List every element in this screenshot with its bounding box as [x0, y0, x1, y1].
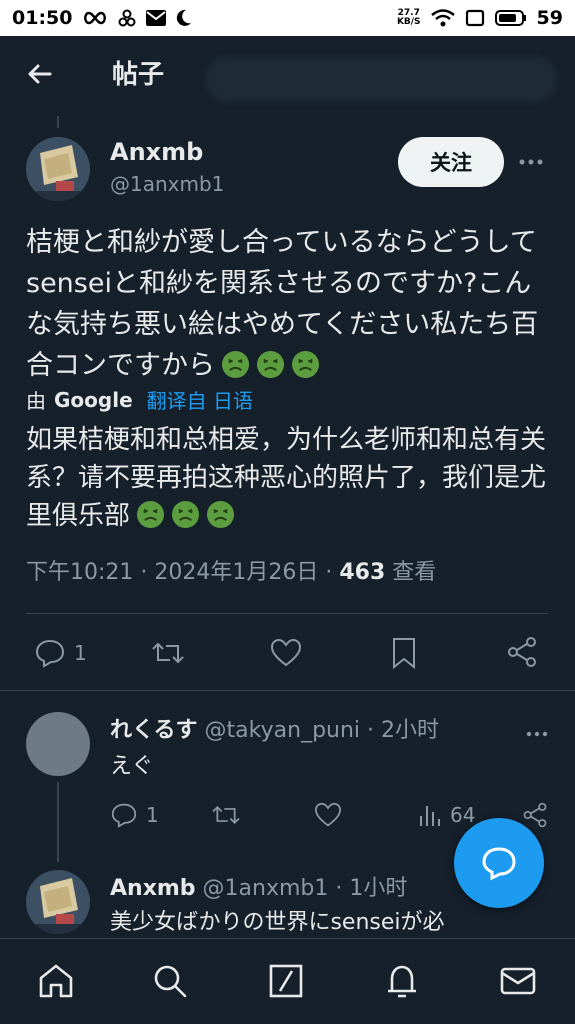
mail-icon: [146, 10, 167, 26]
screen-icon: [465, 9, 484, 27]
translate-from-link[interactable]: 翻译自 日语: [147, 385, 253, 414]
tweet-timestamp[interactable]: 下午10:21 · 2024年1月26日 ·: [26, 560, 339, 585]
compose-icon: [269, 964, 303, 998]
more-icon[interactable]: [526, 724, 548, 744]
avatar-image: [26, 870, 90, 934]
bookmark-icon: [393, 638, 415, 670]
retweet-button[interactable]: [150, 638, 186, 668]
reply-share-button[interactable]: [522, 802, 548, 828]
reply-author-name[interactable]: れくるす: [110, 718, 198, 743]
thread-connector: [57, 116, 59, 128]
reply-author-meta[interactable]: @takyan_puni · 2小时: [198, 718, 439, 743]
tweet-metadata: 下午10:21 · 2024年1月26日 · 463 查看: [26, 554, 436, 586]
reply-avatar[interactable]: [26, 870, 90, 934]
reply-icon: [111, 803, 137, 828]
retweet-icon: [212, 805, 240, 825]
reply-count: 1: [74, 641, 87, 665]
battery-icon: [494, 10, 526, 26]
reply-author-meta[interactable]: @1anxmb1 · 1小时: [196, 876, 408, 901]
reply-text: 美少女ばかりの世界にsenseiが必: [110, 910, 445, 935]
share-button[interactable]: [506, 636, 538, 668]
reply-button[interactable]: 1: [34, 638, 87, 668]
translated-text-content: 如果桔梗和和总相爱，为什么老师和和总有关系？请不要再拍这种恶心的照片了，我们是尤…: [26, 425, 547, 531]
author-handle[interactable]: @1anxmb1: [110, 172, 224, 196]
reply-views-button[interactable]: 64: [418, 802, 475, 828]
follow-button[interactable]: 关注: [398, 137, 504, 187]
nav-notifications[interactable]: [382, 961, 422, 1001]
wifi-icon: [430, 9, 455, 27]
divider: [0, 690, 575, 691]
infinity-icon: [84, 11, 107, 25]
reply-icon: [35, 639, 65, 668]
like-button[interactable]: [270, 638, 302, 668]
top-bar: 帖子: [0, 36, 575, 112]
bottom-navigation: [0, 938, 575, 1024]
translated-text: 如果桔梗和和总相爱，为什么老师和和总有关系？请不要再拍这种恶心的照片了，我们是尤…: [26, 421, 556, 535]
home-icon: [39, 964, 73, 998]
moon-icon: [177, 9, 192, 26]
reply-views-count: 64: [450, 803, 476, 827]
reply-author-name[interactable]: Anxmb: [110, 876, 196, 901]
battery-level: 59: [536, 7, 563, 29]
notifications-icon: [388, 965, 416, 998]
translate-provider: Google: [54, 387, 133, 412]
reply-like-button[interactable]: [314, 802, 342, 828]
blurred-region: [205, 56, 557, 102]
reply-avatar[interactable]: [26, 712, 90, 776]
bookmark-button[interactable]: [390, 636, 418, 670]
compose-reply-button[interactable]: [454, 818, 544, 908]
status-time: 01:50: [12, 7, 73, 29]
author-name[interactable]: Anxmb: [110, 138, 203, 166]
views-label: 查看: [385, 560, 437, 585]
nav-home[interactable]: [36, 961, 76, 1001]
tweet-text: 桔梗と和紗が愛し合っているならどうしてsenseiと和紗を関系させるのですか?こ…: [26, 222, 556, 386]
reply-reply-button[interactable]: 1: [110, 802, 159, 828]
reply-header: Anxmb @1anxmb1 · 1小时: [110, 870, 407, 902]
nauseated-face-emoji: [136, 500, 165, 529]
translate-by-label: 由: [26, 389, 46, 413]
views-icon: [420, 806, 440, 826]
network-speed: 27.7 KB/S: [396, 8, 421, 27]
nav-compose[interactable]: [266, 961, 306, 1001]
status-bar: 01:50 27.7 KB/S 59: [0, 0, 575, 36]
like-icon: [270, 638, 302, 667]
author-avatar[interactable]: [26, 137, 90, 201]
messages-icon: [500, 967, 536, 995]
translation-attribution: 由 Google 翻译自 日语: [26, 385, 253, 414]
reply-header: れくるす @takyan_puni · 2小时: [110, 712, 439, 744]
reply-reply-count: 1: [146, 803, 159, 827]
more-icon[interactable]: [518, 150, 544, 174]
compose-reply-icon: [482, 847, 516, 881]
views-count: 463: [339, 560, 386, 585]
nauseated-face-emoji: [291, 350, 320, 379]
reply-retweet-button[interactable]: [210, 802, 242, 828]
link-icon: [118, 9, 136, 27]
avatar-image: [26, 137, 90, 201]
nauseated-face-emoji: [206, 500, 235, 529]
reply-text: えぐ: [110, 754, 154, 779]
back-arrow-icon[interactable]: [24, 58, 56, 90]
nav-search[interactable]: [150, 961, 190, 1001]
nav-messages[interactable]: [498, 961, 538, 1001]
divider: [26, 613, 548, 614]
search-icon: [154, 965, 187, 998]
nauseated-face-emoji: [171, 500, 200, 529]
thread-connector: [57, 782, 59, 862]
nauseated-face-emoji: [256, 350, 285, 379]
share-icon: [508, 637, 536, 667]
page-title: 帖子: [112, 60, 165, 90]
nauseated-face-emoji: [221, 350, 250, 379]
share-icon: [523, 802, 547, 828]
retweet-icon: [152, 642, 184, 664]
like-icon: [314, 802, 342, 827]
